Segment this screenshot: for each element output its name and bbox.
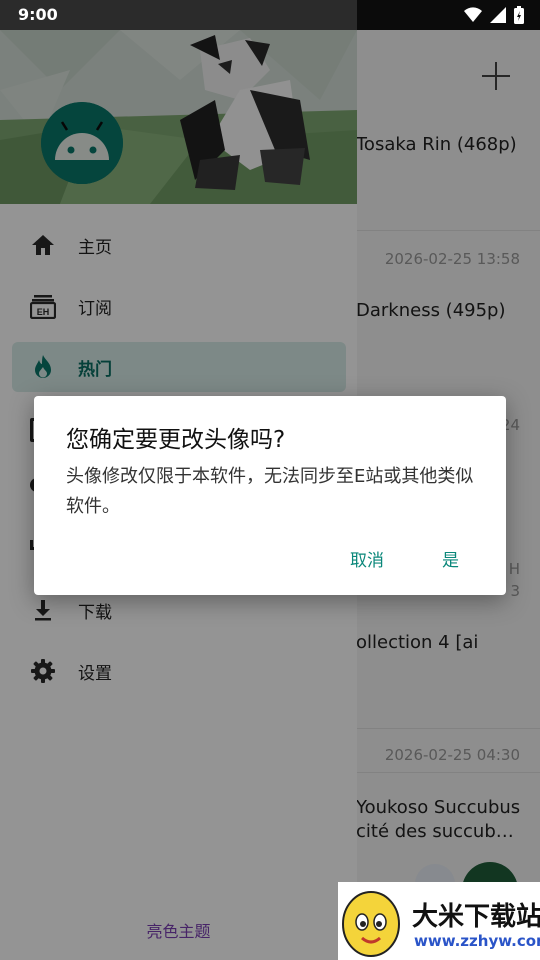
wifi-icon xyxy=(464,7,482,23)
watermark-url: www.zzhyw.com xyxy=(414,932,540,950)
status-bar: 9:00 xyxy=(0,0,540,30)
signal-icon xyxy=(490,7,506,23)
cancel-button[interactable]: 取消 xyxy=(350,546,384,571)
battery-icon xyxy=(514,6,524,24)
status-time: 9:00 xyxy=(18,5,58,24)
watermark-text: 大米下载站 xyxy=(412,902,540,932)
dialog-message: 头像修改仅限于本软件，无法同步至E站或其他类似软件。 xyxy=(66,466,474,517)
watermark-logo: 大米下载站 www.zzhyw.com xyxy=(338,882,540,960)
confirm-button[interactable]: 是 xyxy=(442,546,459,571)
mascot-icon xyxy=(342,891,400,957)
dialog-title: 您确定要更改头像吗? xyxy=(66,427,286,453)
confirm-avatar-dialog: 您确定要更改头像吗? 头像修改仅限于本软件，无法同步至E站或其他类似软件。 取消… xyxy=(34,396,506,595)
